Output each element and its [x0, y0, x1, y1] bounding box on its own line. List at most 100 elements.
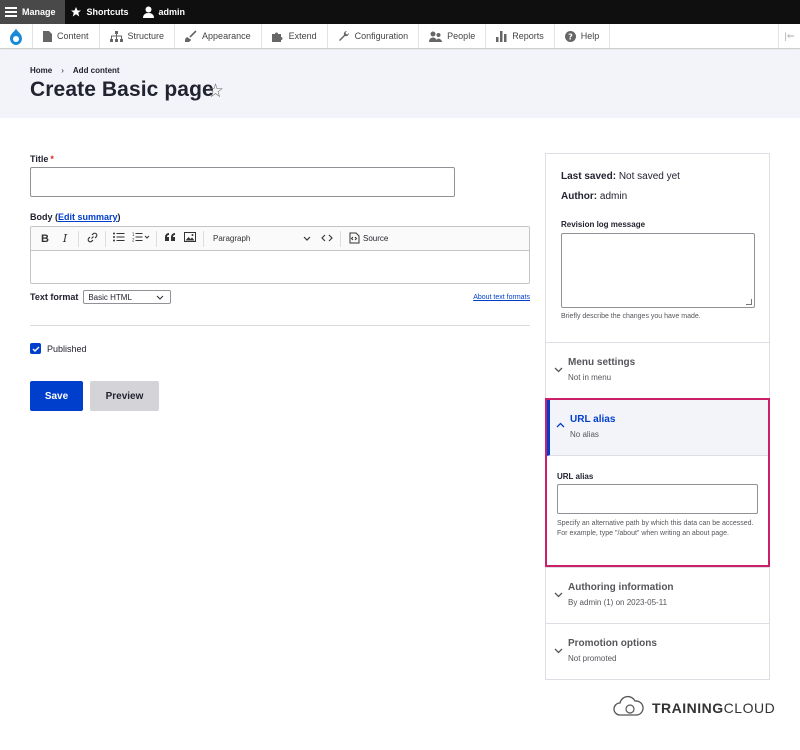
brush-icon	[185, 30, 197, 42]
code-button[interactable]	[317, 229, 337, 249]
blockquote-button[interactable]	[160, 229, 180, 249]
toolbar-tray: Content Structure Appearance Extend Conf…	[0, 24, 800, 49]
divider	[30, 325, 530, 326]
file-icon	[43, 30, 52, 42]
wordmark-rest: CLOUD	[723, 699, 776, 716]
text-format-value: Basic HTML	[88, 292, 132, 302]
url-alias-header[interactable]: URL alias No alias	[547, 400, 768, 456]
heading-dropdown-label: Paragraph	[213, 234, 251, 243]
source-button[interactable]: Source	[344, 232, 392, 246]
promotion-options-section[interactable]: Promotion options Not promoted	[546, 623, 769, 679]
image-button[interactable]	[180, 229, 200, 249]
collapse-tray-button[interactable]: |⇐	[778, 24, 800, 48]
edit-summary-link[interactable]: Edit summary	[58, 212, 118, 222]
shortcut-star-icon[interactable]: ☆	[207, 80, 224, 103]
page-title: Create Basic page	[30, 78, 214, 101]
toolbar-separator	[78, 230, 79, 247]
required-marker: *	[50, 154, 54, 164]
tray-item-people[interactable]: People	[419, 24, 487, 48]
svg-text:1: 1	[132, 232, 135, 237]
shortcuts-tab[interactable]: Shortcuts	[65, 0, 138, 24]
manage-tab[interactable]: Manage	[0, 0, 65, 24]
bulleted-list-icon	[113, 232, 125, 245]
drupal-logo-icon[interactable]	[0, 24, 33, 48]
published-checkbox[interactable]	[30, 343, 41, 354]
menu-settings-summary: Not in menu	[568, 373, 612, 382]
tray-item-appearance[interactable]: Appearance	[175, 24, 262, 48]
last-saved-label: Last saved:	[561, 171, 617, 182]
svg-text:?: ?	[568, 32, 573, 41]
published-field: Published	[30, 343, 87, 354]
svg-text:2: 2	[132, 238, 135, 243]
revision-log-description: Briefly describe the changes you have ma…	[561, 313, 701, 320]
wrench-icon	[338, 30, 350, 42]
author-value: admin	[599, 191, 628, 202]
numbered-list-icon: 12	[132, 232, 150, 245]
tray-item-extend[interactable]: Extend	[262, 24, 328, 48]
tray-item-help[interactable]: ? Help	[555, 24, 611, 48]
save-button[interactable]: Save	[30, 381, 83, 411]
authoring-information-title: Authoring information	[568, 582, 674, 593]
tray-label: Content	[57, 31, 89, 41]
published-label: Published	[47, 343, 87, 354]
source-icon	[348, 232, 360, 246]
toolbar-separator	[105, 230, 106, 247]
breadcrumb-home[interactable]: Home	[30, 66, 52, 75]
title-label-text: Title	[30, 154, 49, 164]
shortcuts-label: Shortcuts	[86, 7, 129, 17]
text-format-select[interactable]: Basic HTML	[83, 290, 172, 304]
url-alias-field-label: URL alias	[557, 472, 594, 481]
url-alias-title: URL alias	[570, 414, 616, 425]
tray-label: Extend	[288, 31, 317, 41]
toolbar-separator	[156, 230, 157, 247]
resize-handle-icon[interactable]	[746, 299, 752, 305]
toolbar-separator	[340, 230, 341, 247]
tray-label: People	[447, 31, 476, 41]
collapse-icon: |⇐	[784, 30, 795, 41]
wordmark-bold: TRAINING	[652, 699, 724, 716]
manage-label: Manage	[22, 7, 56, 17]
menu-settings-title: Menu settings	[568, 357, 636, 368]
help-icon: ?	[564, 30, 576, 42]
url-alias-summary: No alias	[570, 430, 599, 439]
text-format-label: Text format	[30, 292, 79, 302]
chevron-down-icon	[156, 293, 164, 302]
text-format-row: Text format Basic HTML About text format…	[30, 290, 530, 304]
link-button[interactable]	[82, 229, 102, 249]
last-saved-value: Not saved yet	[618, 171, 680, 182]
tray-item-configuration[interactable]: Configuration	[328, 24, 420, 48]
bulleted-list-button[interactable]	[109, 229, 129, 249]
promotion-options-summary: Not promoted	[568, 654, 617, 663]
star-icon	[70, 6, 82, 18]
title-input[interactable]	[30, 167, 455, 197]
breadcrumb-add-content[interactable]: Add content	[73, 66, 120, 75]
chevron-up-icon	[556, 420, 565, 430]
preview-button[interactable]: Preview	[90, 381, 159, 411]
revision-log-textarea[interactable]	[561, 233, 755, 308]
menu-settings-section[interactable]: Menu settings Not in menu	[546, 342, 769, 398]
tray-item-content[interactable]: Content	[33, 24, 100, 48]
heading-dropdown[interactable]: Paragraph	[207, 229, 317, 249]
italic-button[interactable]: I	[55, 229, 75, 249]
url-alias-description: Specify an alternative path by which thi…	[557, 520, 754, 537]
people-icon	[429, 31, 443, 42]
url-alias-section: URL alias No alias URL alias Specify an …	[545, 398, 770, 567]
trainingcloud-wordmark: TRAININGCLOUD	[652, 700, 775, 716]
tray-label: Reports	[512, 31, 544, 41]
tray-item-structure[interactable]: Structure	[100, 24, 176, 48]
breadcrumb-separator: ›	[61, 66, 64, 75]
tray-label: Appearance	[202, 31, 251, 41]
chevron-down-icon	[554, 365, 563, 375]
bold-button[interactable]: B	[35, 229, 55, 249]
breadcrumb: Home › Add content	[30, 66, 120, 75]
numbered-list-button[interactable]: 12	[129, 229, 153, 249]
tray-item-reports[interactable]: Reports	[486, 24, 555, 48]
page-header: Home › Add content Create Basic page ☆	[0, 50, 800, 118]
url-alias-input[interactable]	[557, 484, 758, 514]
author: Author: admin	[561, 191, 627, 202]
authoring-information-section[interactable]: Authoring information By admin (1) on 20…	[546, 567, 769, 624]
user-tab[interactable]: admin	[138, 0, 195, 24]
puzzle-icon	[271, 31, 284, 42]
about-text-formats-link[interactable]: About text formats	[473, 294, 530, 301]
tray-label: Configuration	[354, 31, 409, 41]
